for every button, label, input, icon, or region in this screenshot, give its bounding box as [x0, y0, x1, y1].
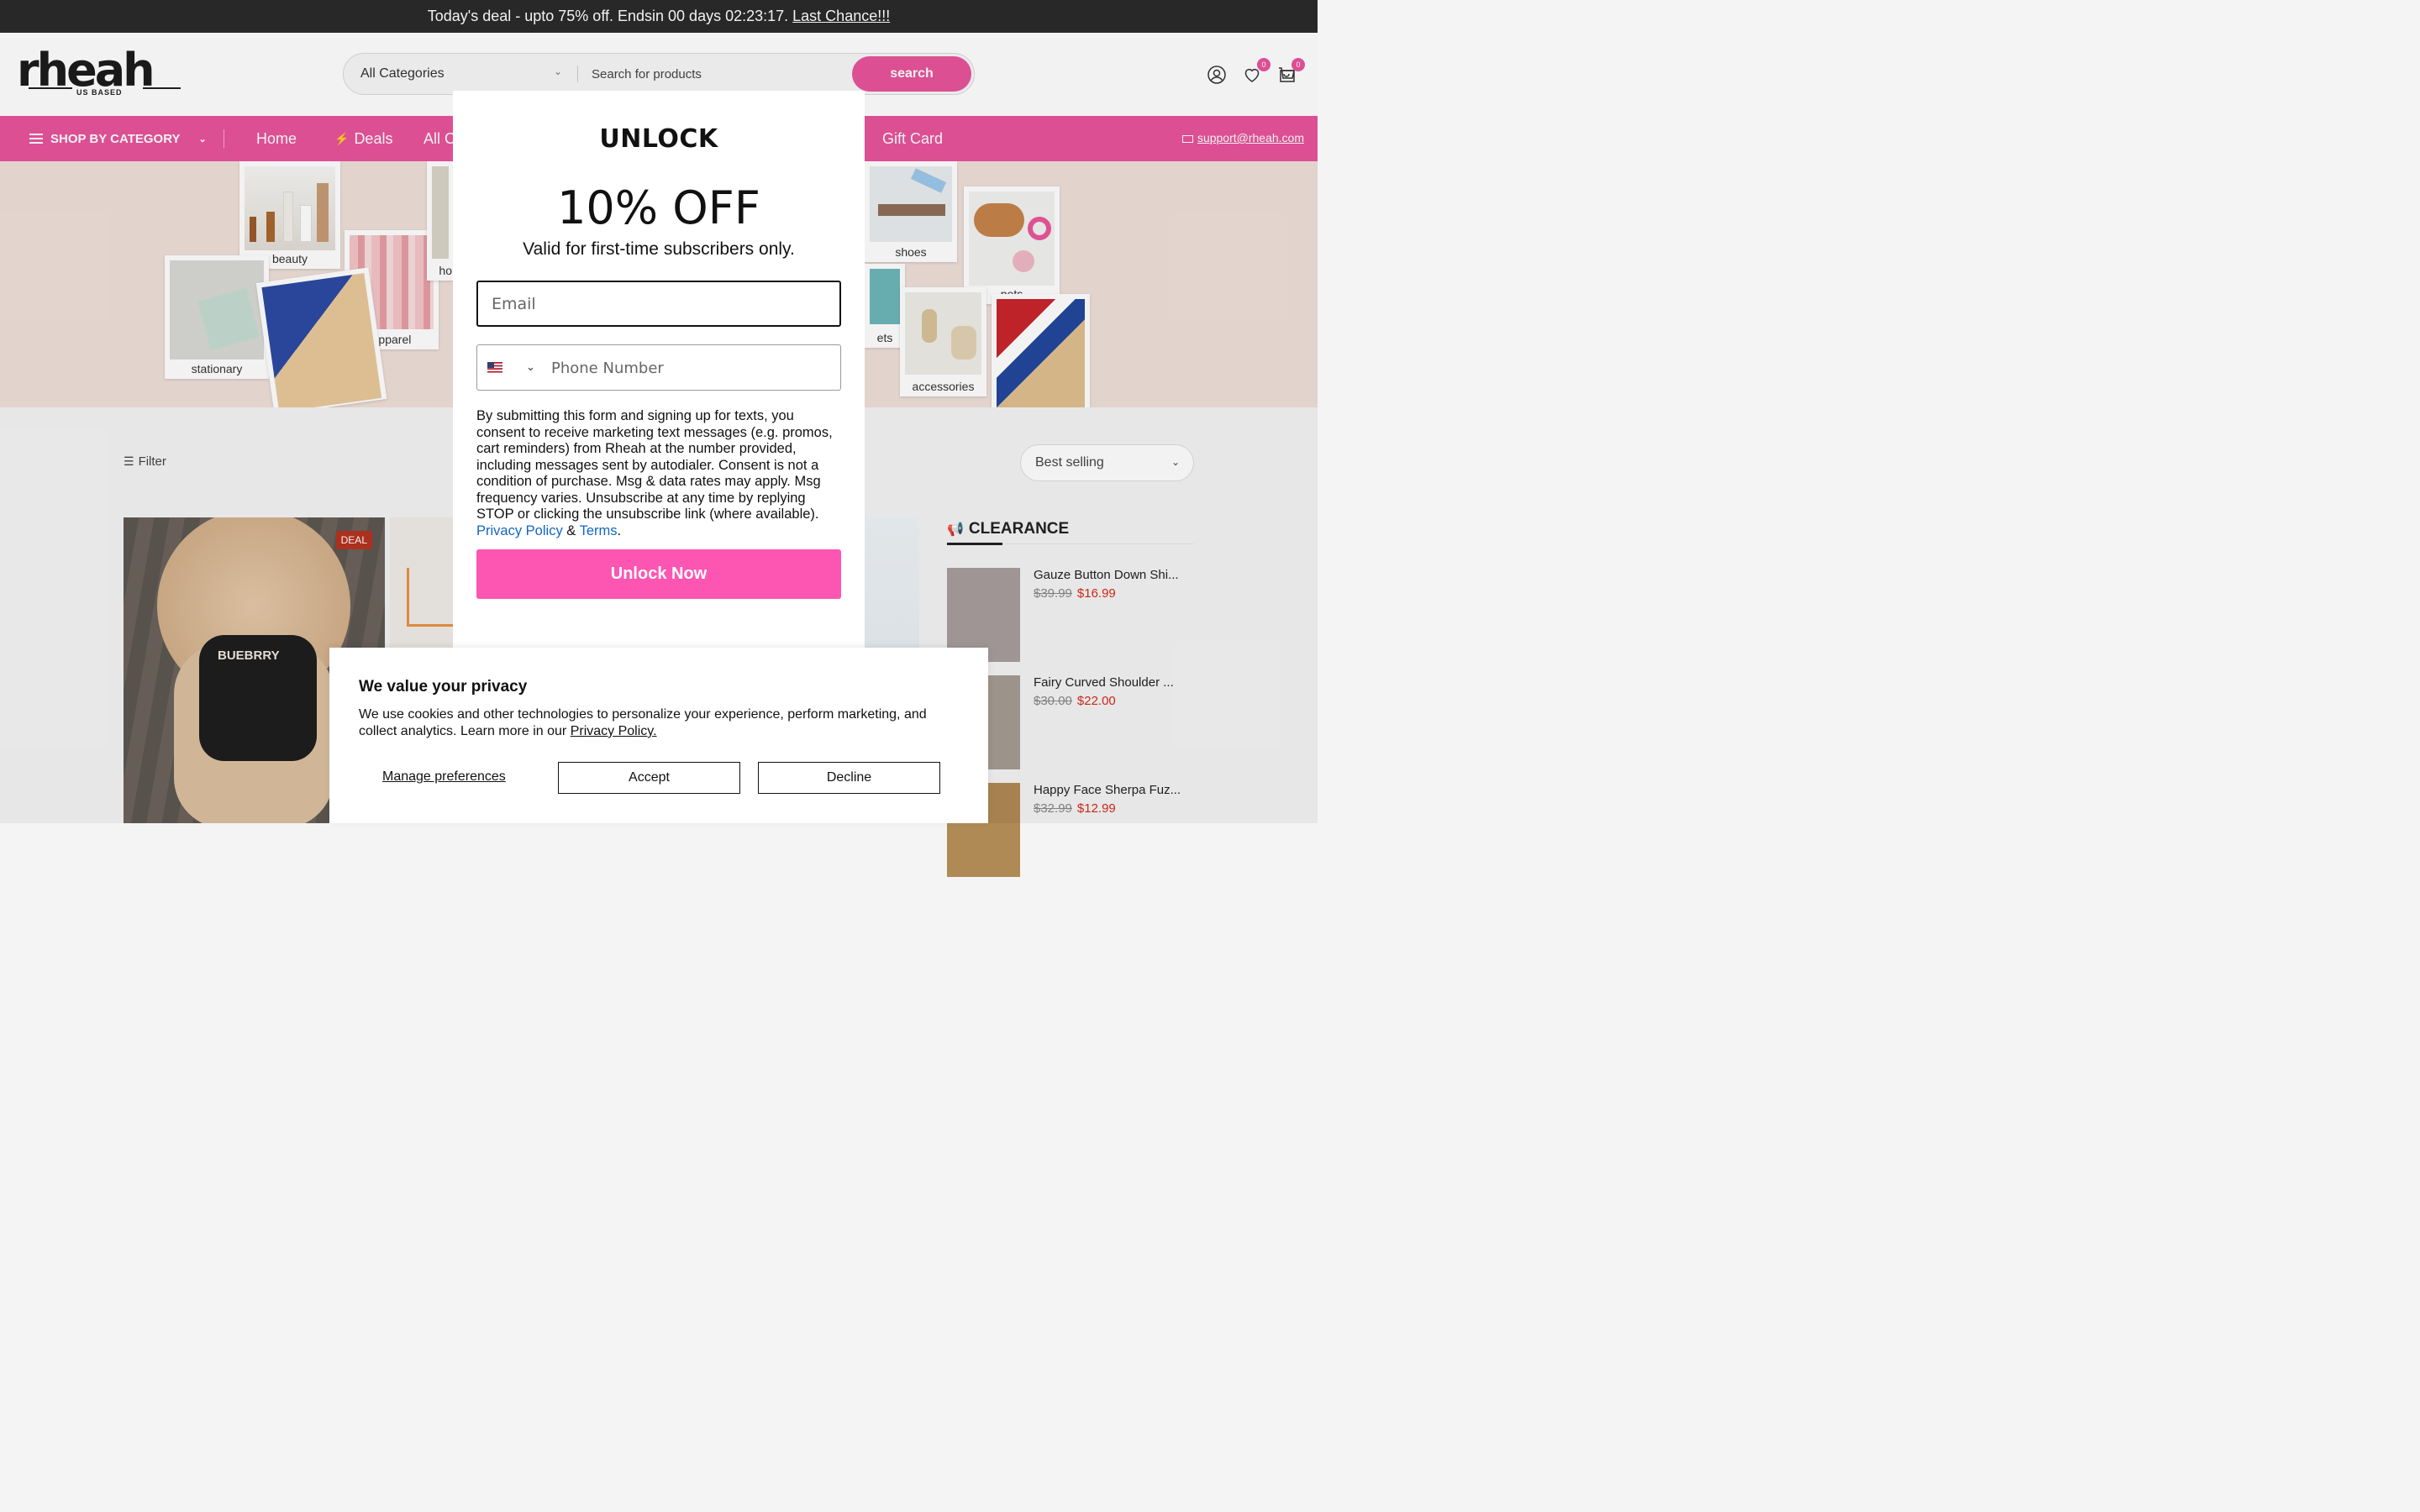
legal-ampersand: &: [566, 522, 576, 538]
cookie-privacy-link[interactable]: Privacy Policy.: [571, 724, 657, 738]
legal-period: .: [617, 522, 622, 538]
sms-consent-text: By submitting this form and signing up f…: [476, 408, 841, 539]
email-field[interactable]: [476, 281, 841, 327]
us-flag-icon[interactable]: [487, 362, 502, 373]
phone-field: ⌄: [476, 344, 841, 391]
accept-button[interactable]: Accept: [558, 762, 740, 794]
terms-link[interactable]: Terms: [580, 523, 618, 538]
cookie-title: We value your privacy: [359, 678, 528, 696]
country-chevron-down-icon[interactable]: ⌄: [526, 360, 535, 374]
cookie-banner: We value your privacy We use cookies and…: [329, 648, 988, 823]
cookie-text: We use cookies and other technologies to…: [359, 706, 964, 740]
privacy-policy-link[interactable]: Privacy Policy: [476, 523, 563, 538]
popup-heading: UNLOCK: [599, 124, 718, 154]
popup-subtext: Valid for first-time subscribers only.: [523, 239, 795, 259]
phone-number-input[interactable]: [551, 355, 829, 381]
decline-button[interactable]: Decline: [758, 762, 940, 794]
popup-offer: 10% OFF: [557, 181, 760, 234]
manage-preferences-link[interactable]: Manage preferences: [382, 769, 506, 785]
discount-popup: UNLOCK 10% OFF Valid for first-time subs…: [453, 91, 865, 662]
unlock-now-button[interactable]: Unlock Now: [476, 549, 841, 599]
legal-text: By submitting this form and signing up f…: [476, 408, 833, 522]
